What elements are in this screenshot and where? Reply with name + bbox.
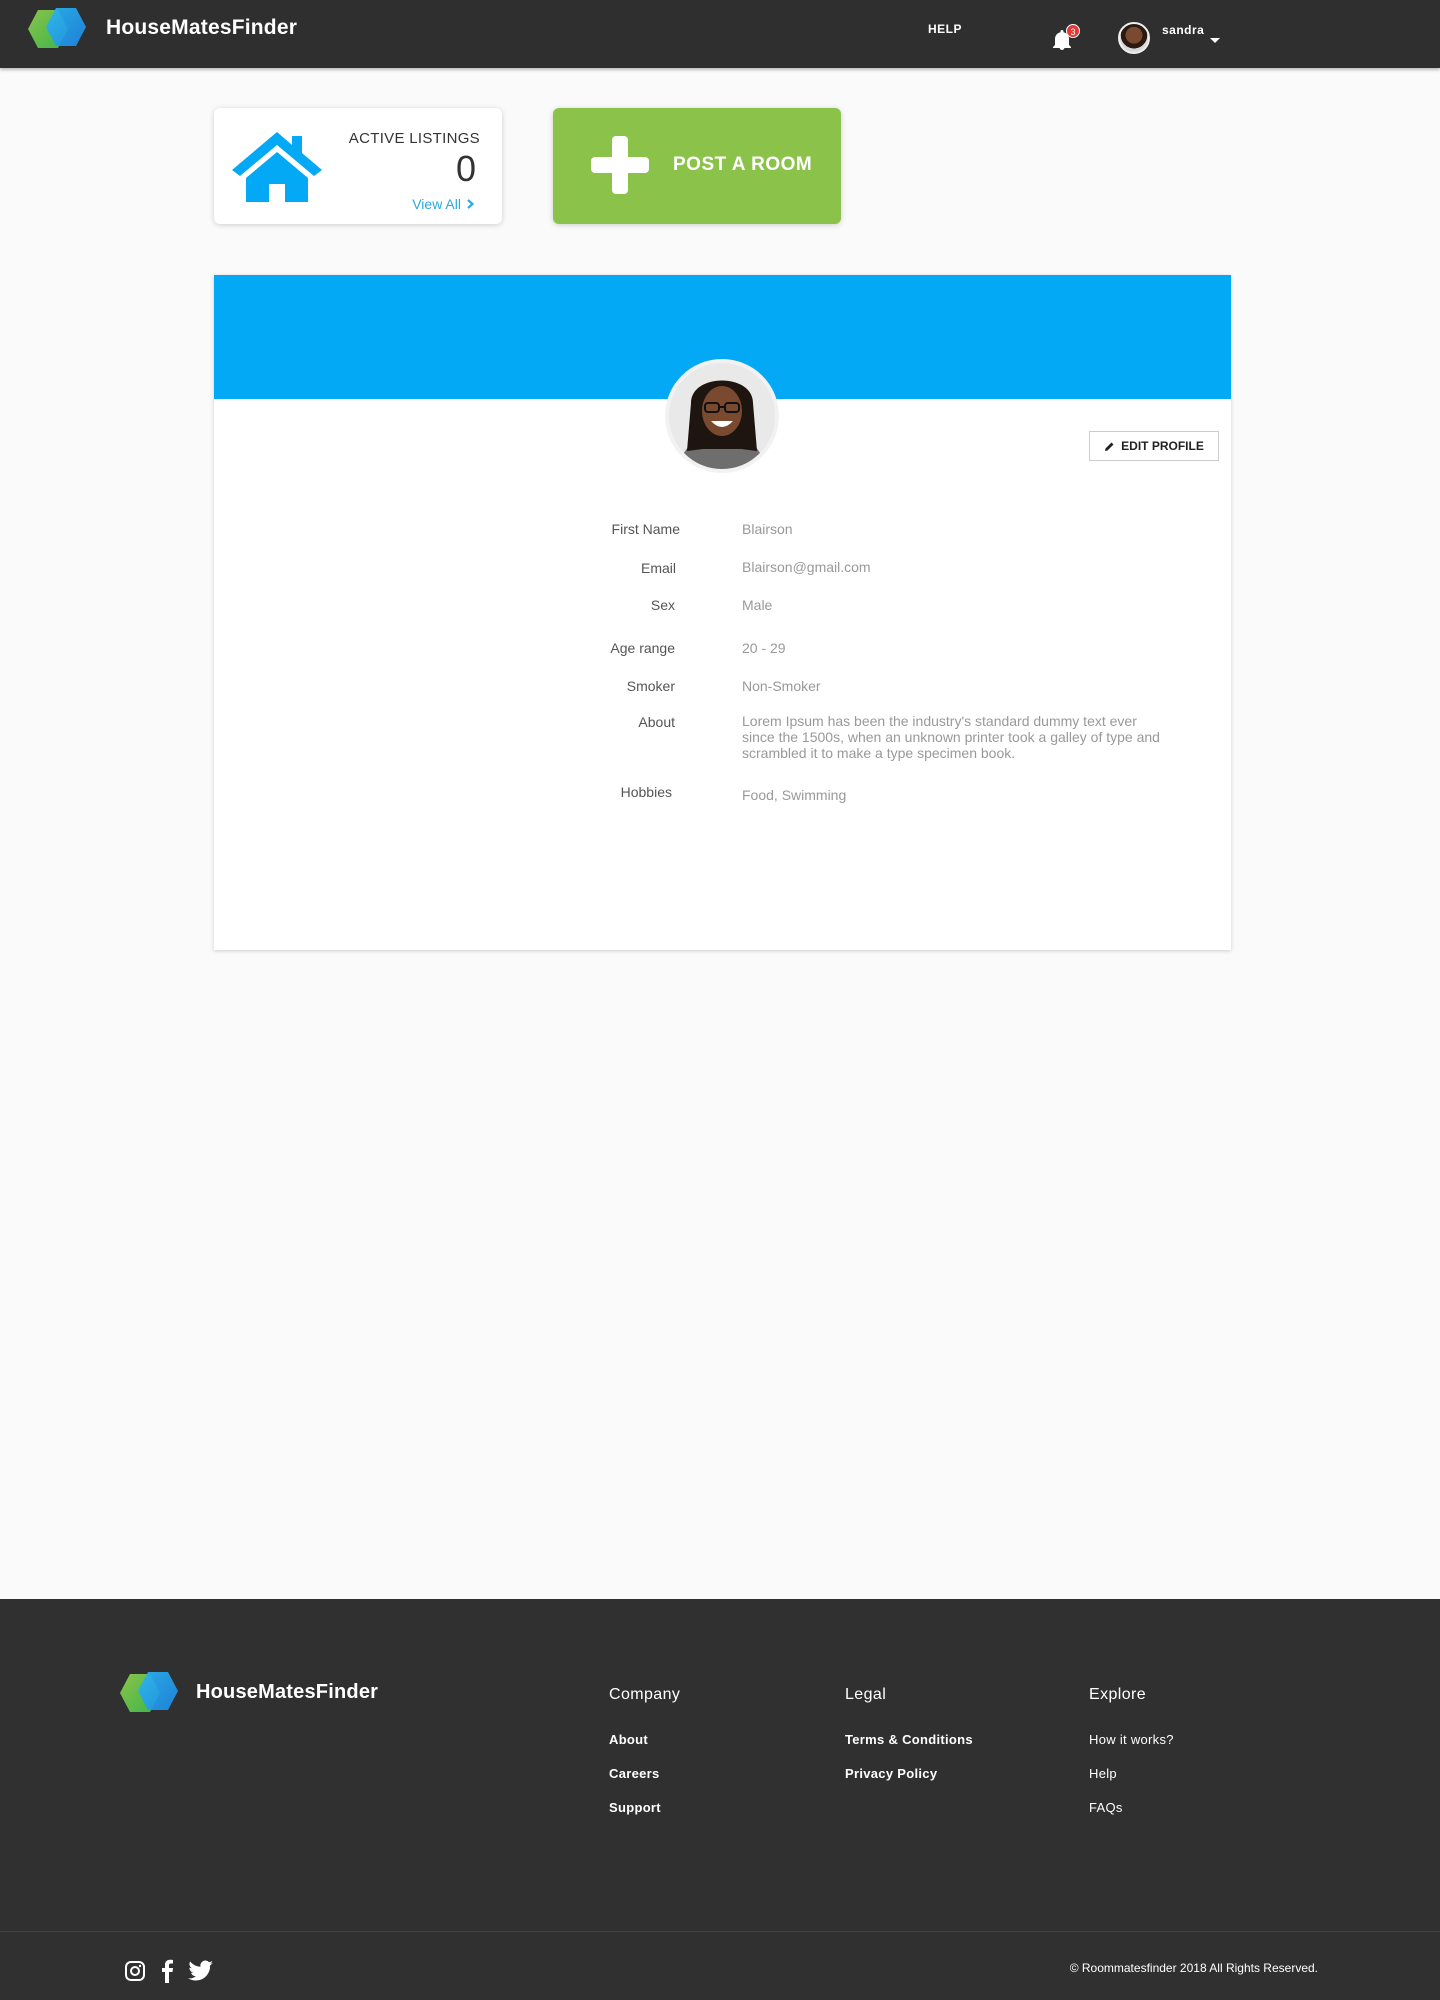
header-logo[interactable]: HouseMatesFinder (28, 8, 297, 48)
footer-link-privacy[interactable]: Privacy Policy (845, 1766, 973, 1781)
top-navbar: HouseMatesFinder HELP 3 sandra (0, 0, 1440, 68)
post-room-label: POST A ROOM (673, 154, 813, 175)
edit-profile-label: EDIT PROFILE (1121, 439, 1204, 453)
footer-link-careers[interactable]: Careers (609, 1766, 680, 1781)
footer-legal-title: Legal (845, 1686, 887, 1703)
footer-explore-column: Explore How it works? Help FAQs (1089, 1686, 1174, 1834)
footer-link-support[interactable]: Support (609, 1800, 680, 1815)
footer-link-terms[interactable]: Terms & Conditions (845, 1732, 973, 1747)
facebook-icon[interactable] (160, 1959, 174, 1983)
footer: HouseMatesFinder Company About Careers S… (0, 1599, 1440, 2000)
post-room-button[interactable]: POST A ROOM (553, 108, 841, 224)
footer-legal-column: Legal Terms & Conditions Privacy Policy (845, 1686, 973, 1800)
social-links (124, 1959, 214, 1983)
edit-profile-button[interactable]: EDIT PROFILE (1089, 431, 1219, 461)
field-label-email: Email (640, 560, 676, 576)
view-all-link[interactable]: View All (412, 196, 474, 212)
brand-name: HouseMatesFinder (106, 16, 298, 39)
field-label-sex: Sex (650, 597, 675, 613)
field-value-about: Lorem Ipsum has been the industry's stan… (742, 713, 1160, 761)
field-label-smoker: Smoker (626, 678, 675, 694)
user-menu[interactable]: sandra (1118, 22, 1220, 54)
field-value-hobbies: Food, Swimming (742, 787, 847, 803)
notification-badge: 3 (1066, 24, 1080, 38)
footer-explore-title: Explore (1089, 1686, 1147, 1703)
footer-link-about[interactable]: About (609, 1732, 680, 1747)
field-value-age-range: 20 - 29 (742, 640, 786, 656)
field-value-sex: Male (742, 597, 773, 613)
footer-divider (0, 1931, 1440, 1932)
field-value-smoker: Non-Smoker (742, 678, 821, 694)
field-label-about: About (638, 714, 675, 730)
plus-icon (591, 136, 649, 194)
field-value-email: Blairson@gmail.com (742, 559, 871, 575)
field-label-age-range: Age range (610, 640, 675, 656)
instagram-icon[interactable] (124, 1960, 146, 1982)
listings-title: ACTIVE LISTINGS (348, 130, 480, 147)
footer-link-how-it-works[interactable]: How it works? (1089, 1732, 1174, 1747)
view-all-label: View All (412, 196, 461, 212)
field-label-first-name: First Name (611, 521, 680, 537)
profile-avatar (665, 359, 779, 473)
house-icon (232, 132, 322, 202)
footer-link-faqs[interactable]: FAQs (1089, 1800, 1174, 1815)
logo-mark-icon (120, 1672, 180, 1712)
listings-count: 0 (455, 148, 476, 189)
logo-mark-icon (28, 8, 88, 48)
footer-company-title: Company (609, 1686, 681, 1703)
footer-logo[interactable]: HouseMatesFinder (120, 1672, 378, 1712)
username: sandra (1162, 23, 1205, 37)
pencil-icon (1105, 442, 1114, 451)
avatar (1118, 22, 1150, 54)
chevron-right-icon (467, 199, 474, 209)
chevron-down-icon (1210, 38, 1220, 43)
active-listings-card: ACTIVE LISTINGS 0 View All (214, 108, 502, 224)
profile-card: EDIT PROFILE First Name Blairson Email B… (214, 275, 1231, 950)
help-link[interactable]: HELP (928, 22, 962, 36)
footer-link-help[interactable]: Help (1089, 1766, 1174, 1781)
field-label-hobbies: Hobbies (620, 784, 672, 800)
field-value-first-name: Blairson (742, 521, 793, 537)
copyright-text: © Roommatesfinder 2018 All Rights Reserv… (1069, 1961, 1318, 1975)
footer-brand-name: HouseMatesFinder (196, 1680, 379, 1703)
twitter-icon[interactable] (188, 1960, 214, 1982)
footer-company-column: Company About Careers Support (609, 1686, 680, 1834)
